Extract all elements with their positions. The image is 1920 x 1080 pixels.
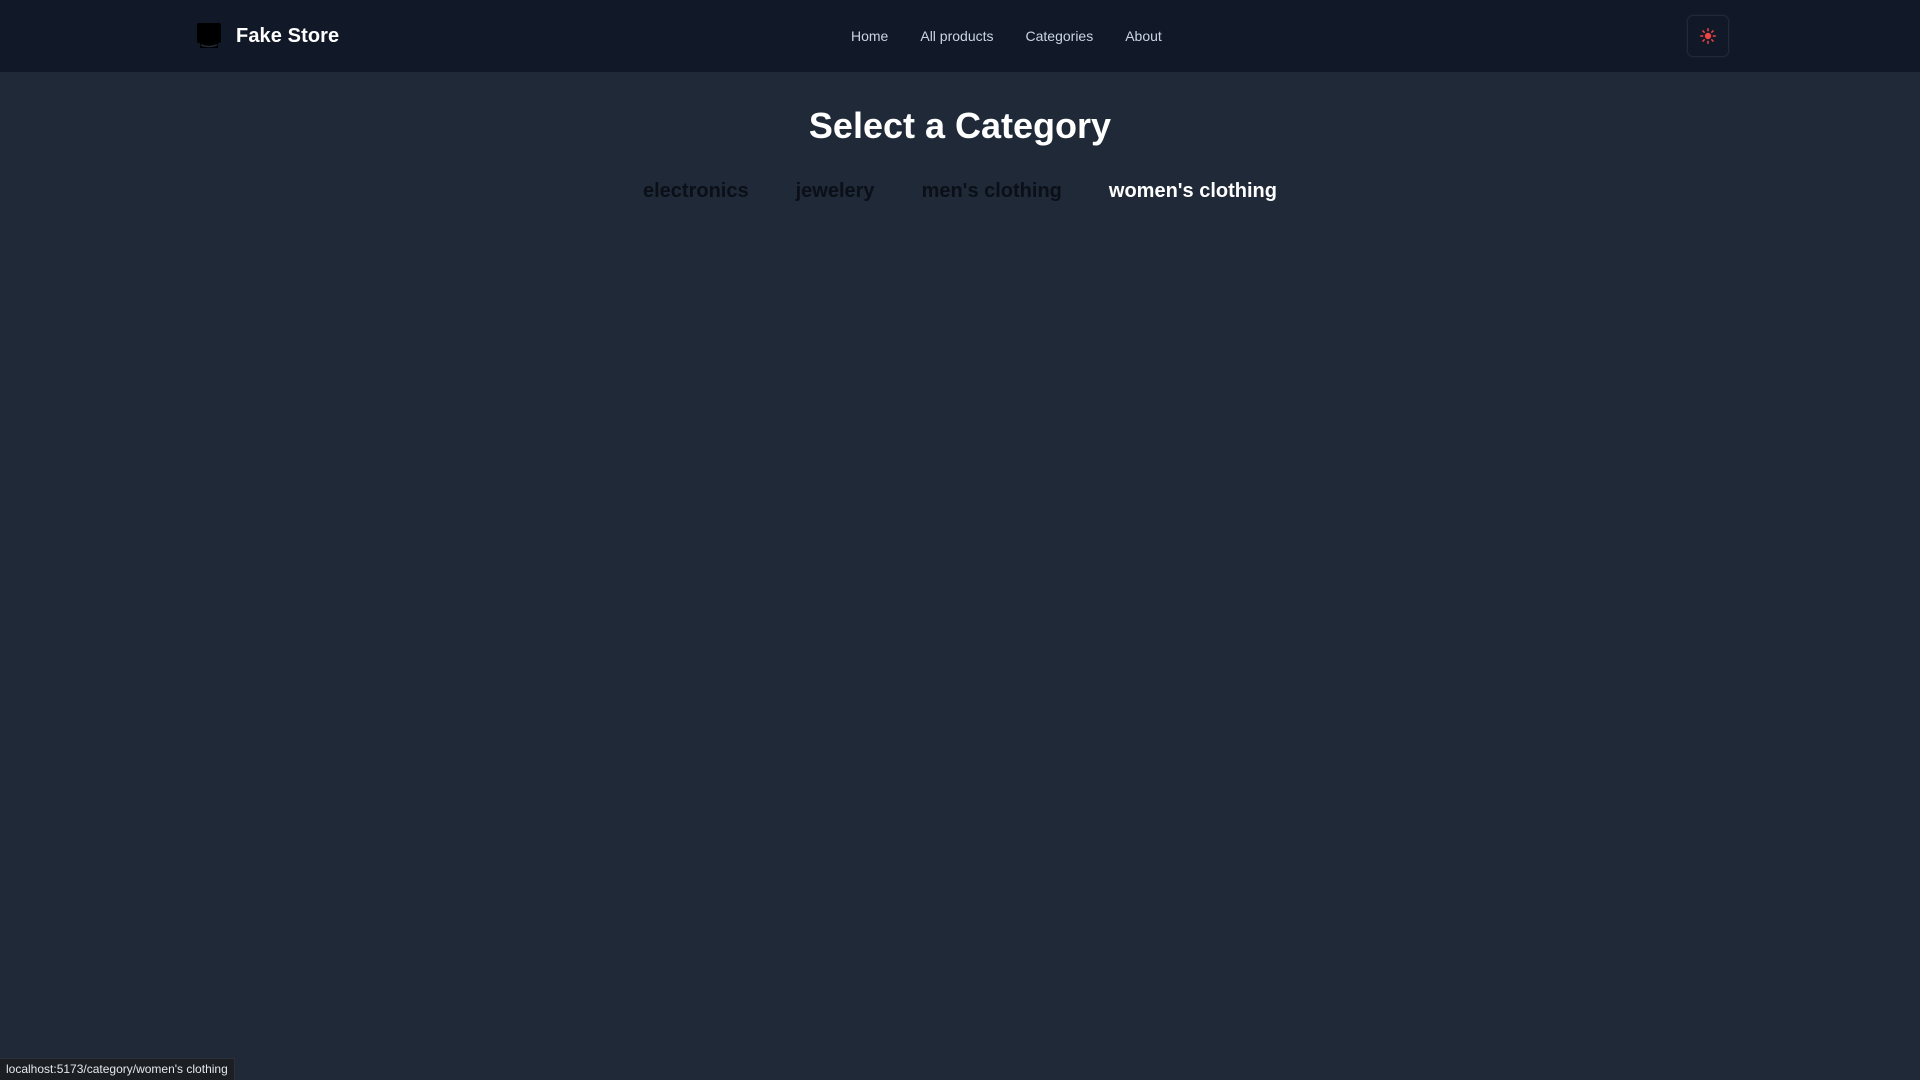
nav-link-home[interactable]: Home (851, 24, 888, 48)
storefront-icon (197, 23, 221, 48)
category-womens-clothing[interactable]: women's clothing (1109, 176, 1277, 206)
nav-link-about[interactable]: About (1125, 24, 1162, 48)
navbar: Fake Store Home All products Categories … (0, 0, 1920, 72)
theme-toggle-button[interactable] (1687, 15, 1729, 57)
nav-link-categories[interactable]: Categories (1026, 24, 1094, 48)
category-list: electronics jewelery men's clothing wome… (0, 176, 1920, 206)
main-nav: Home All products Categories About (851, 24, 1162, 48)
category-electronics[interactable]: electronics (643, 176, 749, 206)
page-title: Select a Category (808, 105, 1112, 146)
link-status-bar: localhost:5173/category/women's clothing (0, 1058, 235, 1080)
category-mens-clothing[interactable]: men's clothing (922, 176, 1062, 206)
nav-link-all-products[interactable]: All products (920, 24, 993, 48)
sun-icon (1700, 28, 1716, 44)
brand-link[interactable]: Fake Store (196, 20, 339, 52)
category-jewelery[interactable]: jewelery (796, 176, 875, 206)
brand-name: Fake Store (236, 24, 340, 47)
